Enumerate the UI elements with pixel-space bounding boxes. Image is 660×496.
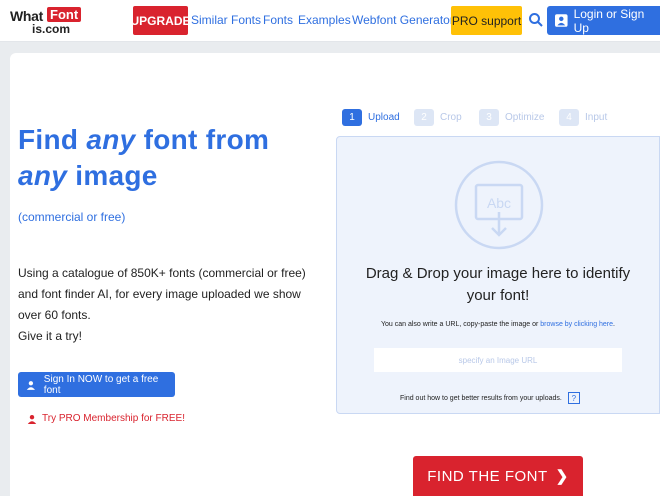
login-signup-button[interactable]: Login or Sign Up [547, 6, 660, 35]
alt-end: . [613, 321, 615, 328]
user-icon [555, 14, 568, 27]
drag-drop-line: Drag & Drop your image here to identify [365, 265, 631, 282]
title-text-1: Find [18, 124, 87, 155]
upload-steps: 1 Upload 2 Crop 3 Optimize 4 Input [336, 105, 660, 133]
hero-subtitle: (commercial or free) [18, 210, 126, 224]
drag-drop-heading: Drag & Drop your image here to identify … [346, 263, 650, 307]
top-header: What Font is.com UPGRADE Similar Fonts F… [0, 0, 660, 42]
desc-line: Give it a try! [18, 329, 83, 343]
step-label: Crop [440, 112, 462, 123]
nav-webfont-generator[interactable]: Webfont Generator [352, 13, 454, 27]
upgrade-button[interactable]: UPGRADE [131, 6, 191, 35]
login-label: Login or Sign Up [573, 6, 645, 35]
title-emphasis-2: any [18, 160, 68, 191]
step-input[interactable]: 4 Input [559, 109, 607, 126]
alternative-upload-text: You can also write a URL, copy-paste the… [345, 321, 651, 328]
signin-free-font-button[interactable]: Sign In NOW to get a free font [18, 372, 175, 397]
nav-examples[interactable]: Examples [298, 13, 351, 27]
step-number: 3 [479, 109, 499, 126]
site-logo[interactable]: What Font is.com [10, 7, 82, 37]
search-icon[interactable] [528, 12, 544, 28]
logo-is-com: is.com [32, 22, 71, 36]
drag-drop-line: your font! [466, 287, 530, 304]
step-label: Upload [368, 112, 400, 123]
hero-description: Using a catalogue of 850K+ fonts (commer… [18, 263, 323, 347]
user-icon [26, 380, 36, 390]
better-results-help: Find out how to get better results from … [400, 392, 580, 404]
nav-similar-fonts[interactable]: Similar Fonts [191, 13, 261, 27]
step-crop[interactable]: 2 Crop [414, 109, 462, 126]
step-number: 1 [342, 109, 362, 126]
image-url-input[interactable] [374, 348, 622, 372]
desc-line: over 60 fonts. [18, 308, 91, 322]
step-label: Input [585, 112, 608, 123]
try-pro-label: Try PRO Membership for FREE! [42, 413, 185, 424]
step-label: Optimize [505, 112, 545, 123]
step-optimize[interactable]: 3 Optimize [479, 109, 544, 126]
image-upload-icon: Abc [454, 160, 544, 250]
desc-line: Using a catalogue of 850K+ fonts (commer… [18, 266, 306, 280]
desc-line: and font finder AI, for every image uplo… [18, 287, 301, 301]
logo-font: Font [47, 7, 82, 22]
title-text-3: image [67, 160, 158, 191]
pro-support-button[interactable]: PRO support [451, 6, 522, 35]
title-text-2: font from [135, 124, 270, 155]
browse-link[interactable]: browse by clicking here [540, 321, 613, 328]
abc-icon-text: Abc [487, 195, 511, 211]
signin-label: Sign In NOW to get a free font [43, 373, 159, 396]
step-number: 4 [559, 109, 579, 126]
hero-title: Find any font from any image [18, 122, 328, 194]
user-icon [27, 414, 37, 424]
find-the-font-button[interactable]: FIND THE FONT ❯ [413, 456, 583, 496]
alt-text: You can also write a URL, copy-paste the… [381, 321, 541, 328]
step-number: 2 [414, 109, 434, 126]
chevron-right-icon: ❯ [555, 468, 569, 485]
nav-fonts[interactable]: Fonts [263, 13, 293, 27]
help-icon[interactable]: ? [567, 392, 580, 404]
help-text: Find out how to get better results from … [400, 394, 562, 402]
try-pro-link[interactable]: Try PRO Membership for FREE! [27, 413, 185, 424]
title-emphasis-1: any [86, 124, 136, 155]
step-upload[interactable]: 1 Upload [342, 109, 400, 126]
find-label: FIND THE FONT [427, 467, 548, 485]
